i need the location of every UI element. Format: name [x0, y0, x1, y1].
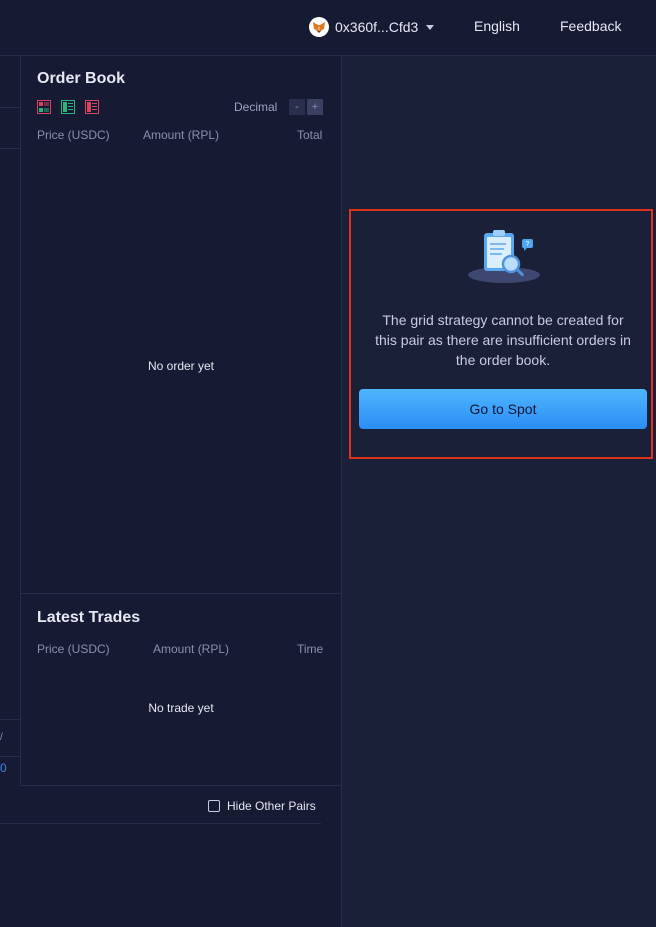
top-bar: 0x360f...Cfd3 English Feedback: [0, 0, 656, 56]
sell-only-view-icon[interactable]: [85, 100, 99, 114]
hide-other-pairs-label: Hide Other Pairs: [227, 799, 316, 813]
svg-text:?: ?: [526, 241, 530, 248]
column-header-total: Total: [297, 128, 323, 142]
clipboard-search-icon: ?: [466, 227, 542, 287]
metamask-fox-icon: [309, 17, 329, 37]
wallet-address: 0x360f...Cfd3: [335, 19, 419, 35]
column-header-amount: Amount (RPL): [143, 128, 220, 142]
decimal-increase-button[interactable]: +: [307, 99, 323, 115]
hide-other-pairs-checkbox[interactable]: [208, 800, 220, 812]
order-book-view-toggle: [37, 100, 99, 114]
order-book-empty-state: No order yet: [147, 359, 215, 373]
latest-trades-empty-state: No trade yet: [148, 701, 214, 715]
grid-unavailable-message: The grid strategy cannot be created for …: [375, 312, 631, 368]
divider: [0, 107, 21, 108]
language-selector[interactable]: English: [474, 18, 520, 34]
chevron-down-icon: [426, 24, 435, 30]
buy-only-view-icon[interactable]: [61, 100, 75, 114]
hide-other-pairs-toggle[interactable]: Hide Other Pairs: [208, 799, 316, 813]
column-header-price: Price (USDC): [37, 642, 110, 656]
positions-panel: Hide Other Pairs: [0, 787, 341, 927]
latest-trades-panel: Latest Trades Price (USDC) Amount (RPL) …: [21, 595, 341, 786]
left-panel-edge: [0, 56, 21, 786]
decimal-label: Decimal: [234, 100, 278, 114]
truncated-link[interactable]: 0: [0, 761, 7, 775]
truncated-text: /: [0, 732, 3, 743]
order-book-title: Order Book: [37, 70, 126, 87]
column-header-amount: Amount (RPL): [153, 642, 230, 656]
wallet-menu[interactable]: 0x360f...Cfd3: [309, 17, 435, 37]
divider: [0, 756, 21, 757]
divider: [0, 148, 21, 149]
go-to-spot-button[interactable]: Go to Spot: [359, 389, 647, 429]
column-header-time: Time: [297, 642, 324, 656]
grid-unavailable-notice: ? The grid strategy cannot be created fo…: [349, 209, 653, 459]
divider: [0, 823, 321, 824]
latest-trades-title: Latest Trades: [37, 609, 141, 626]
grid-strategy-panel: ? The grid strategy cannot be created fo…: [341, 56, 656, 927]
decimal-decrease-button[interactable]: -: [289, 99, 305, 115]
buy-sell-view-icon[interactable]: [37, 100, 51, 114]
divider: [0, 719, 21, 720]
feedback-link[interactable]: Feedback: [560, 18, 621, 34]
column-header-price: Price (USDC): [37, 128, 110, 142]
order-book-panel: Order Book Decimal - + Price (USDC) Amou…: [21, 56, 341, 594]
